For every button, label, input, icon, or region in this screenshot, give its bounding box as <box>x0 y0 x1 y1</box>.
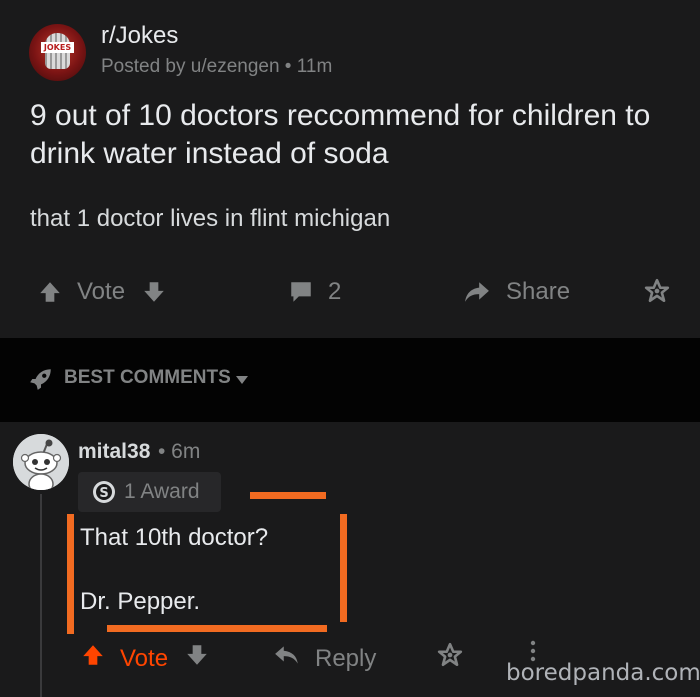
post-body: that 1 doctor lives in flint michigan <box>30 205 391 232</box>
comment-line-1: That 10th doctor? <box>80 524 269 551</box>
subreddit-name[interactable]: r/Jokes <box>101 22 178 50</box>
upvote-icon[interactable] <box>37 279 63 305</box>
rocket-icon <box>28 366 54 397</box>
annotation-mark-right <box>340 514 347 622</box>
silver-award-icon: S <box>92 480 116 504</box>
share-button[interactable]: Share <box>462 278 570 306</box>
comment: mital38 • 6m S 1 Award That 10th doctor?… <box>0 422 700 697</box>
reply-button[interactable]: Reply <box>273 642 376 675</box>
comment-username[interactable]: mital38 <box>78 440 150 464</box>
award-label: 1 Award <box>124 480 200 503</box>
downvote-icon[interactable] <box>184 642 210 675</box>
comment-sort-bar[interactable]: BEST COMMENTS <box>0 338 700 422</box>
comment-timestamp: • 6m <box>158 440 201 463</box>
post-vote-label: Vote <box>77 278 126 305</box>
sort-label: BEST COMMENTS <box>64 367 231 388</box>
award-star-icon <box>437 642 463 675</box>
comments-button[interactable]: 2 <box>288 278 341 306</box>
award-star-icon <box>644 278 670 304</box>
snoo-avatar-icon <box>13 434 69 490</box>
comment-vote-label: Vote <box>120 644 169 672</box>
downvote-icon[interactable] <box>141 279 167 305</box>
subreddit-avatar[interactable]: JOKES <box>29 24 86 81</box>
annotation-mark-top <box>250 492 326 499</box>
avatar[interactable] <box>13 434 69 490</box>
subreddit-logo-text: JOKES <box>41 42 74 53</box>
annotation-mark-left <box>67 514 74 634</box>
annotation-mark-bottom <box>107 625 327 632</box>
post-title: 9 out of 10 doctors reccommend for child… <box>30 99 651 170</box>
comment-vote-group: Vote <box>80 642 210 675</box>
watermark: boredpanda.com <box>506 660 700 686</box>
post-action-bar: Vote 2 Share <box>0 272 700 318</box>
post-author-meta[interactable]: Posted by u/ezengen • 11m <box>101 56 332 78</box>
post-vote-group: Vote <box>37 278 167 306</box>
share-label: Share <box>506 278 571 305</box>
share-arrow-icon <box>462 279 492 305</box>
reply-label: Reply <box>315 644 377 672</box>
comment-count: 2 <box>328 278 342 305</box>
comment-line-2: Dr. Pepper. <box>80 588 201 615</box>
svg-text:S: S <box>99 486 108 501</box>
comment-award-button[interactable] <box>437 642 463 675</box>
award-button[interactable] <box>644 278 670 304</box>
comment-bubble-icon <box>288 279 314 305</box>
upvote-icon[interactable] <box>80 642 106 675</box>
caret-down-icon <box>234 373 250 391</box>
post: JOKES r/Jokes Posted by u/ezengen • 11m … <box>0 0 700 338</box>
reply-arrow-icon <box>273 642 301 675</box>
award-badge[interactable]: S 1 Award <box>78 472 221 512</box>
